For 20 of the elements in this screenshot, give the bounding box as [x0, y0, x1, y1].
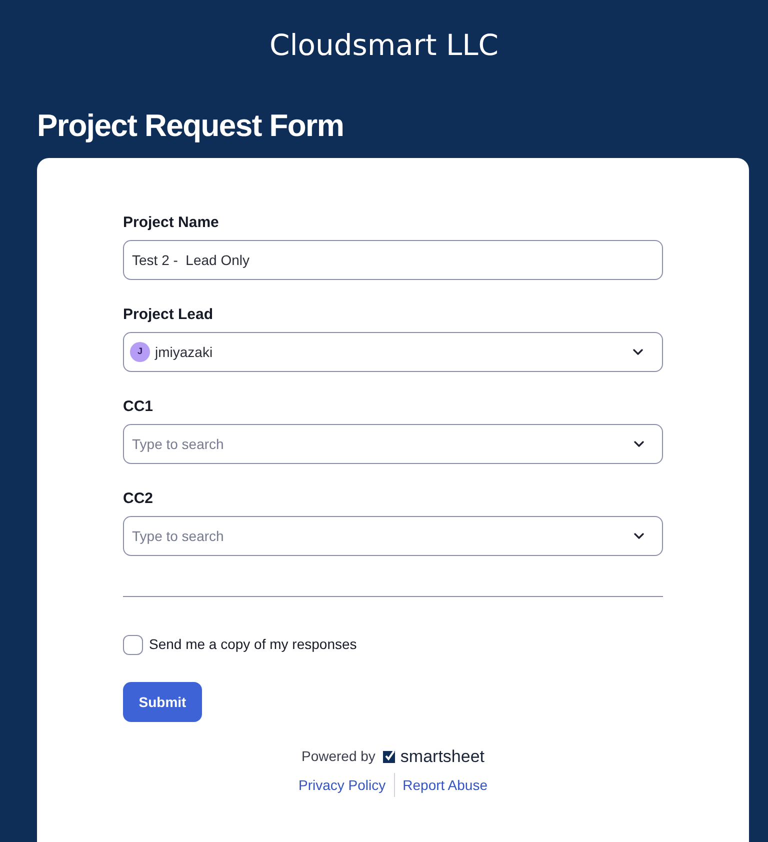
text-field[interactable]: Test 2 - Lead Only	[123, 240, 663, 280]
form-title: Project Request Form	[37, 107, 345, 145]
field-label: CC1	[123, 397, 154, 417]
powered-by-text: Powered by	[301, 747, 376, 766]
checkbox-label: Send me a copy of my responses	[149, 635, 357, 654]
field-label: Project Name	[123, 213, 220, 233]
select-field[interactable]: J jmiyazaki	[123, 332, 663, 372]
field-label: Project Lead	[123, 305, 214, 325]
footer-link[interactable]: Privacy Policy	[298, 774, 386, 796]
select-field[interactable]: Type to search	[123, 516, 663, 556]
footer-link[interactable]: Report Abuse	[402, 774, 488, 796]
company-name: Cloudsmart LLC	[269, 27, 499, 63]
field-label: CC2	[123, 489, 154, 509]
brand-name: smartsheet	[400, 746, 485, 766]
checkbox[interactable]	[123, 634, 143, 654]
select-field[interactable]: Type to search	[123, 424, 663, 464]
checkbox-logo-icon	[383, 750, 398, 764]
avatar: J	[130, 342, 150, 362]
submit-button[interactable]: Submit	[123, 682, 202, 722]
selected-value: jmiyazaki	[155, 342, 213, 362]
